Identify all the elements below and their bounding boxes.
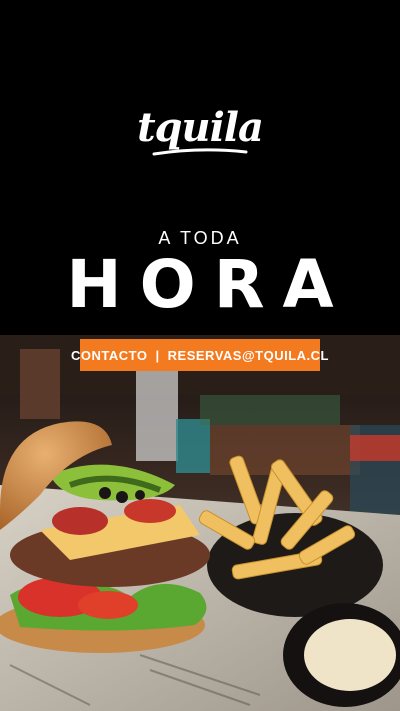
hero-headline: HORA xyxy=(66,246,352,323)
brand-logo: tquila xyxy=(137,104,264,151)
reservations-email-link[interactable]: RESERVAS@TQUILA.CL xyxy=(168,348,329,363)
food-photo xyxy=(0,335,400,711)
contact-link[interactable]: CONTACTO xyxy=(71,348,147,363)
contact-banner[interactable]: CONTACTO | RESERVAS@TQUILA.CL xyxy=(71,339,328,371)
promo-screen: tquila A TODA HORA CONTACTO | RESERVAS@T… xyxy=(0,0,400,711)
logo-underline-icon xyxy=(152,148,248,156)
cta-separator: | xyxy=(155,347,160,363)
